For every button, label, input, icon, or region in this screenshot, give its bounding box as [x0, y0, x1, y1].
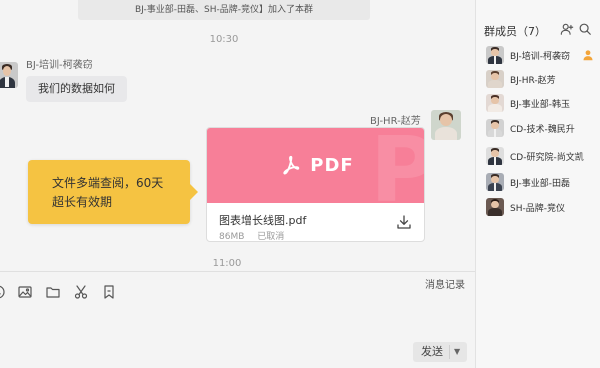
avatar: [486, 173, 504, 191]
message-history-link[interactable]: 消息记录: [425, 276, 465, 291]
member-name: CD-技术-魏民升: [510, 125, 575, 135]
search-icon[interactable]: [578, 22, 592, 36]
avatar[interactable]: [0, 62, 18, 88]
file-status: 已取消: [257, 232, 285, 242]
member-name: CD-研究院-尚文凯: [510, 153, 584, 163]
member-name: BJ-HR-赵芳: [510, 76, 556, 86]
member-item[interactable]: BJ-培训-柯袭窃: [476, 45, 600, 67]
bookmark-icon[interactable]: [101, 284, 117, 300]
input-toolbar: 消息记录: [0, 271, 475, 309]
owner-icon: [582, 49, 594, 61]
file-name: 图表增长线图.pdf: [219, 214, 307, 227]
avatar: [486, 198, 504, 216]
message-bubble[interactable]: 我们的数据如何: [26, 76, 127, 102]
chat-panel: BJ-事业部-田磊、SH-品牌-竞仪】加入了本群 10:30 BJ-培训-柯袭窃…: [0, 0, 475, 368]
avatar: [486, 46, 504, 64]
callout-line-1: 文件多端查阅，60天: [52, 176, 164, 190]
file-preview[interactable]: P PDF: [207, 128, 424, 223]
avatar: [486, 119, 504, 137]
member-sidebar: 群成员（7） BJ-培训-柯袭窃 BJ-HR-赵芳 BJ-事业部-韩玉 CD-技…: [475, 0, 600, 368]
member-item[interactable]: SH-品牌-竞仪: [476, 197, 600, 219]
folder-icon[interactable]: [45, 284, 61, 300]
image-icon[interactable]: [17, 284, 33, 300]
member-name: SH-品牌-竞仪: [510, 204, 565, 214]
pdf-icon: [283, 155, 300, 175]
chevron-down-icon[interactable]: ▼: [454, 342, 460, 362]
timestamp: 10:30: [209, 34, 239, 45]
sender-name: BJ-HR-赵芳: [370, 116, 421, 127]
send-button[interactable]: 发送 ▼: [413, 342, 467, 362]
avatar[interactable]: [431, 110, 461, 140]
avatar: [486, 147, 504, 165]
avatar: [486, 70, 504, 88]
scissors-icon[interactable]: [73, 284, 89, 300]
file-size: 86MB: [219, 232, 245, 242]
file-card[interactable]: P PDF 图表增长线图.pdf 86MB 已取消: [206, 127, 425, 242]
member-name: BJ-事业部-田磊: [510, 179, 571, 189]
member-item[interactable]: BJ-事业部-田磊: [476, 172, 600, 194]
pdf-label: PDF: [310, 154, 354, 176]
download-icon[interactable]: [396, 214, 412, 230]
avatar: [486, 94, 504, 112]
member-item[interactable]: BJ-事业部-韩玉: [476, 93, 600, 115]
member-name: BJ-培训-柯袭窃: [510, 52, 571, 62]
member-item[interactable]: CD-技术-魏民升: [476, 118, 600, 140]
members-title: 群成员（7）: [484, 25, 546, 38]
emoji-icon[interactable]: [0, 284, 6, 300]
pdf-badge: PDF: [277, 150, 357, 180]
system-notice: BJ-事业部-田磊、SH-品牌-竞仪】加入了本群: [78, 0, 370, 20]
send-label[interactable]: 发送: [421, 342, 443, 362]
add-member-icon[interactable]: [560, 22, 574, 36]
file-meta: 86MB 已取消: [219, 229, 285, 242]
member-name: BJ-事业部-韩玉: [510, 100, 571, 110]
callout-line-2: 超长有效期: [52, 195, 113, 209]
timestamp: 11:00: [212, 258, 242, 269]
sender-name: BJ-培训-柯袭窃: [26, 60, 93, 71]
member-item[interactable]: BJ-HR-赵芳: [476, 69, 600, 91]
member-item[interactable]: CD-研究院-尚文凯: [476, 146, 600, 168]
feature-callout: 文件多端查阅，60天 超长有效期: [28, 160, 198, 224]
